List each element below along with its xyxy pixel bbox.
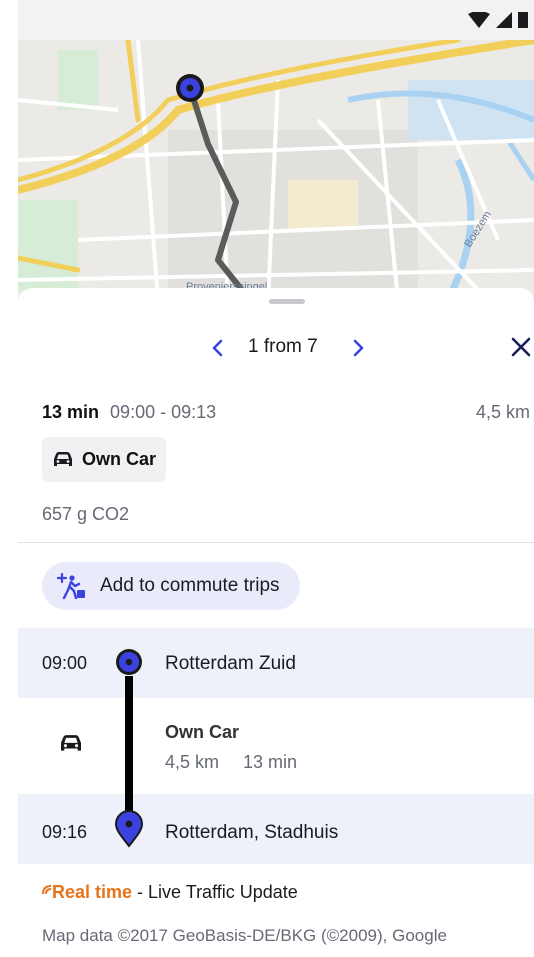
co2-emission: 657 g CO2 <box>42 504 130 524</box>
map-attribution: Map data ©2017 GeoBasis-DE/BKG (©2009), … <box>42 926 447 945</box>
itinerary-origin-row: 09:00 Rotterdam Zuid <box>18 628 534 698</box>
route-counter: 1 from 7 <box>248 336 318 357</box>
chevron-left-icon[interactable] <box>206 336 230 360</box>
itinerary-leg-row: Own Car 4,5 km 13 min <box>18 698 534 794</box>
add-to-commute-label: Add to commute trips <box>100 575 280 596</box>
realtime-icon <box>42 885 52 895</box>
battery-icon <box>518 12 528 28</box>
origin-stop-icon <box>116 649 142 675</box>
transport-mode-label: Own Car <box>82 449 157 469</box>
realtime-label: Real time <box>52 882 133 902</box>
itinerary-destination-row: 09:16 Rotterdam, Stadhuis <box>18 794 534 864</box>
origin-time: 09:00 <box>42 653 88 673</box>
realtime-notice: Real time - Live Traffic Update <box>42 882 298 903</box>
trip-summary: 13 min 09:00 - 09:13 4,5 km <box>42 402 530 423</box>
trip-distance: 4,5 km <box>475 402 530 422</box>
realtime-text: - Live Traffic Update <box>132 882 298 902</box>
map-view[interactable]: Provenierssingel Boezem <box>18 40 534 300</box>
route-details-sheet: 1 from 7 13 min 09:00 - 09:13 4,5 km Own… <box>18 288 534 957</box>
transport-mode-chip: Own Car <box>42 437 167 482</box>
destination-pin-icon <box>114 810 144 848</box>
leg-distance: 4,5 km <box>165 752 220 772</box>
leg-meta: 4,5 km 13 min <box>165 752 297 773</box>
leg-duration: 13 min <box>243 752 298 772</box>
destination-time: 09:16 <box>42 822 88 842</box>
origin-place: Rotterdam Zuid <box>165 653 296 674</box>
status-bar <box>18 0 534 40</box>
signal-icon <box>496 12 512 28</box>
destination-place: Rotterdam, Stadhuis <box>165 822 339 843</box>
divider <box>18 542 534 543</box>
close-icon[interactable] <box>508 334 534 360</box>
leg-mode: Own Car <box>165 722 240 742</box>
route-pager: 1 from 7 <box>18 332 534 362</box>
chevron-right-icon[interactable] <box>346 336 370 360</box>
map-canvas[interactable]: Provenierssingel Boezem <box>18 40 534 300</box>
itinerary-line <box>125 676 133 814</box>
status-icons <box>468 12 528 28</box>
trip-duration: 13 min <box>42 402 100 422</box>
car-icon <box>54 451 72 466</box>
car-icon <box>61 735 81 751</box>
wifi-icon <box>468 12 490 28</box>
add-to-commute-button[interactable]: Add to commute trips <box>42 562 300 610</box>
drag-handle[interactable] <box>269 299 305 304</box>
commute-add-icon <box>56 572 85 600</box>
trip-times: 09:00 - 09:13 <box>110 402 217 422</box>
